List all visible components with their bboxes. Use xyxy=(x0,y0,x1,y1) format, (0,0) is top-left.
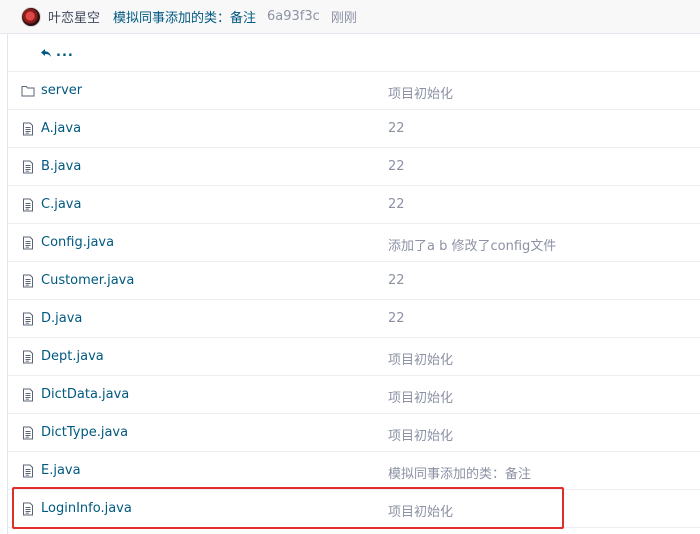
file-row[interactable]: LoginInfo.java 项目初始化 xyxy=(8,490,700,528)
file-name-link[interactable]: C.java xyxy=(41,197,81,212)
file-commit-message[interactable]: 项目初始化 xyxy=(388,425,453,444)
back-arrow-icon xyxy=(40,48,52,58)
folder-icon xyxy=(21,84,35,98)
file-name-link[interactable]: D.java xyxy=(41,311,82,326)
file-row[interactable]: D.java 22 xyxy=(8,300,700,338)
parent-directory-link[interactable]: ... xyxy=(40,45,74,60)
commit-author[interactable]: 叶恋星空 xyxy=(48,7,100,26)
file-commit-message[interactable]: 项目初始化 xyxy=(388,349,453,368)
file-icon xyxy=(21,236,35,250)
file-name-link[interactable]: A.java xyxy=(41,121,81,136)
latest-commit-bar: 叶恋星空 模拟同事添加的类：备注 6a93f3c 刚刚 xyxy=(0,0,700,34)
file-row[interactable]: E.java 模拟同事添加的类：备注 xyxy=(8,452,700,490)
file-row[interactable]: Customer.java 22 xyxy=(8,262,700,300)
file-row[interactable]: C.java 22 xyxy=(8,186,700,224)
file-icon xyxy=(21,464,35,478)
file-commit-message[interactable]: 22 xyxy=(388,311,405,326)
file-commit-message[interactable]: 项目初始化 xyxy=(388,387,453,406)
file-commit-message[interactable]: 项目初始化 xyxy=(388,501,453,520)
parent-directory-label: ... xyxy=(56,45,74,60)
file-icon xyxy=(21,350,35,364)
file-icon xyxy=(21,502,35,516)
file-name-link[interactable]: DictData.java xyxy=(41,387,129,402)
file-name-link[interactable]: Customer.java xyxy=(41,273,134,288)
file-icon xyxy=(21,426,35,440)
file-name-link[interactable]: B.java xyxy=(41,159,81,174)
file-icon xyxy=(21,312,35,326)
file-name-link[interactable]: E.java xyxy=(41,463,81,478)
file-name-link[interactable]: Dept.java xyxy=(41,349,104,364)
file-commit-message[interactable]: 22 xyxy=(388,273,405,288)
file-row[interactable]: Dept.java 项目初始化 xyxy=(8,338,700,376)
file-icon xyxy=(21,198,35,212)
folder-row[interactable]: server 项目初始化 xyxy=(8,72,700,110)
commit-sha[interactable]: 6a93f3c xyxy=(267,9,320,24)
file-commit-message[interactable]: 项目初始化 xyxy=(388,83,453,102)
file-row[interactable]: DictData.java 项目初始化 xyxy=(8,376,700,414)
file-tree-panel: ... server 项目初始化 A.java 22 B.java 22 C.java 22 C… xyxy=(7,34,700,534)
commit-message[interactable]: 模拟同事添加的类：备注 xyxy=(113,7,256,26)
file-row[interactable]: DictType.java 项目初始化 xyxy=(8,414,700,452)
avatar[interactable] xyxy=(21,6,41,27)
file-row[interactable]: A.java 22 xyxy=(8,110,700,148)
file-icon xyxy=(21,274,35,288)
file-row[interactable]: Config.java 添加了a b 修改了config文件 xyxy=(8,224,700,262)
commit-time: 刚刚 xyxy=(330,11,357,26)
file-commit-message[interactable]: 22 xyxy=(388,197,405,212)
file-commit-message[interactable]: 添加了a b 修改了config文件 xyxy=(388,235,556,254)
file-icon xyxy=(21,388,35,402)
file-commit-message[interactable]: 模拟同事添加的类：备注 xyxy=(388,463,531,482)
file-commit-message[interactable]: 22 xyxy=(388,159,405,174)
file-icon xyxy=(21,122,35,136)
file-commit-message[interactable]: 22 xyxy=(388,121,405,136)
file-name-link[interactable]: Config.java xyxy=(41,235,114,250)
parent-directory-row[interactable]: ... xyxy=(8,34,700,72)
file-icon xyxy=(21,160,35,174)
file-name-link[interactable]: LoginInfo.java xyxy=(41,501,132,516)
file-row[interactable]: B.java 22 xyxy=(8,148,700,186)
file-name-link[interactable]: server xyxy=(41,83,82,98)
file-name-link[interactable]: DictType.java xyxy=(41,425,128,440)
